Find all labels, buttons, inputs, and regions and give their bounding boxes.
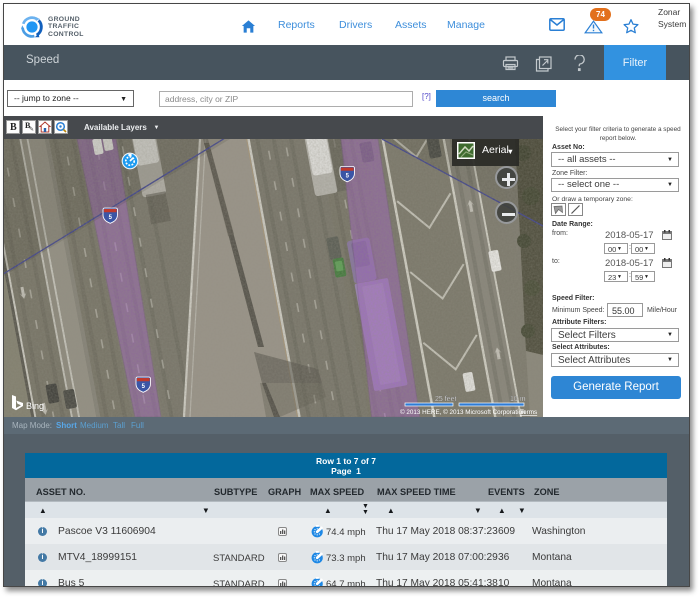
svg-text:© 2013 HERE, © 2013 Microsoft: © 2013 HERE, © 2013 Microsoft Corporatio…: [400, 408, 526, 416]
svg-text:Bing: Bing: [26, 401, 44, 411]
svg-text:25 feet: 25 feet: [435, 396, 456, 403]
svg-text:10 m: 10 m: [510, 396, 526, 403]
svg-text:Terms: Terms: [520, 409, 537, 416]
